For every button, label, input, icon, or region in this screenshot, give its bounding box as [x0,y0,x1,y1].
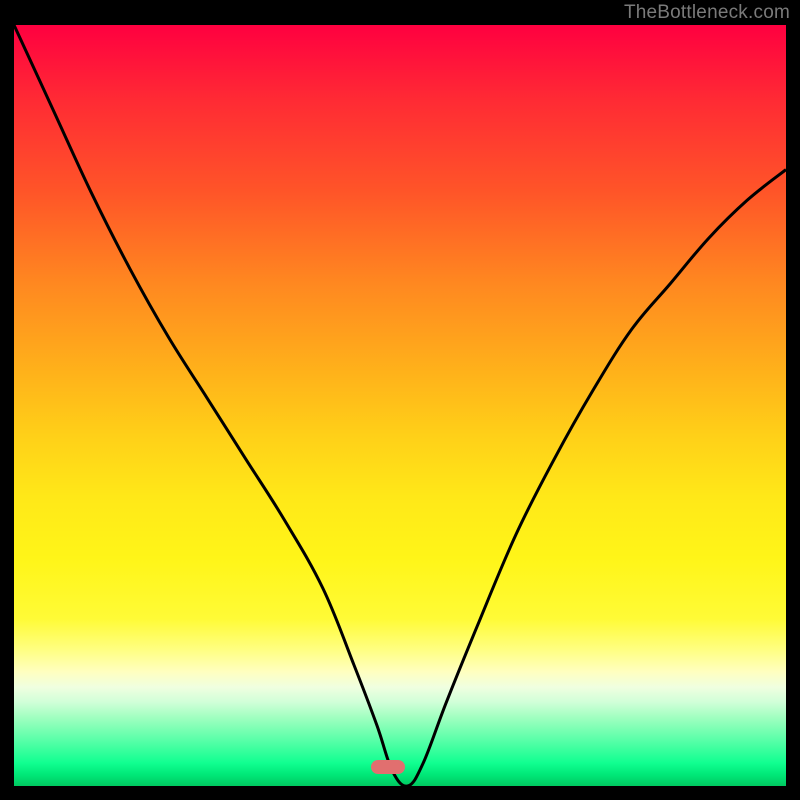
optimum-marker [371,760,405,774]
curve-path [14,25,786,786]
chart-frame: TheBottleneck.com [0,0,800,800]
watermark-text: TheBottleneck.com [624,2,790,24]
plot-area [14,25,786,786]
bottleneck-curve [14,25,786,786]
